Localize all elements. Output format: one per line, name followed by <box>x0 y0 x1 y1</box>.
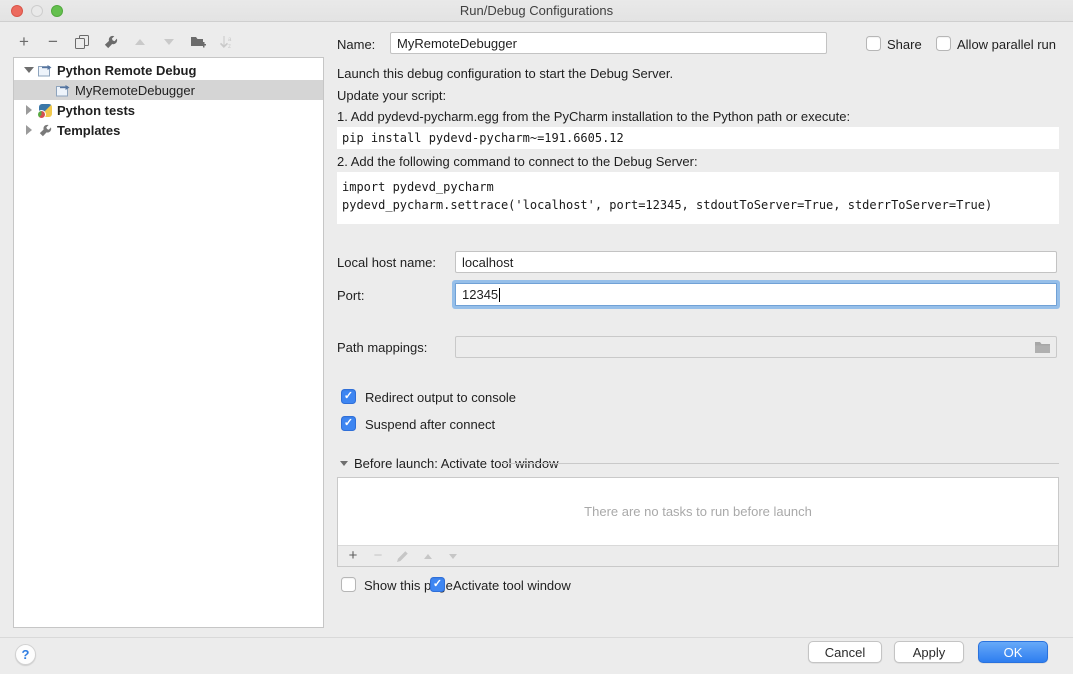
move-task-down-icon[interactable] <box>446 549 460 563</box>
allow-parallel-run-label[interactable]: Allow parallel run <box>957 37 1056 52</box>
chevron-down-icon <box>340 461 348 466</box>
path-mappings-input[interactable] <box>455 336 1057 358</box>
port-value: 12345 <box>462 287 498 302</box>
redirect-output-checkbox[interactable] <box>341 389 356 404</box>
chevron-right-icon[interactable] <box>21 125 37 135</box>
redirect-output-label[interactable]: Redirect output to console <box>365 390 516 405</box>
footer-divider <box>0 637 1073 638</box>
port-input[interactable]: 12345 <box>455 283 1057 306</box>
activate-tool-window-label[interactable]: Activate tool window <box>453 578 571 593</box>
run-debug-configurations-dialog: Run/Debug Configurations + − az Python R… <box>0 0 1073 674</box>
code-line-1: import pydevd_pycharm <box>342 178 1054 196</box>
new-folder-icon[interactable] <box>190 34 206 50</box>
path-mappings-label: Path mappings: <box>337 340 427 355</box>
wrench-icon <box>37 123 53 137</box>
edit-defaults-icon[interactable] <box>103 34 119 50</box>
before-launch-tasks-panel: There are no tasks to run before launch … <box>337 477 1059 567</box>
local-host-name-label: Local host name: <box>337 255 436 270</box>
remove-task-icon[interactable]: − <box>371 549 385 563</box>
step1-text: 1. Add pydevd-pycharm.egg from the PyCha… <box>337 109 850 124</box>
tree-item-label: Templates <box>57 123 120 138</box>
section-divider <box>502 463 1059 464</box>
activate-tool-window-checkbox[interactable] <box>430 577 445 592</box>
move-up-icon[interactable] <box>132 34 148 50</box>
tasks-toolbar: + − <box>338 545 1058 566</box>
name-input[interactable] <box>390 32 827 54</box>
help-button[interactable]: ? <box>15 644 36 665</box>
settrace-code-block: import pydevd_pycharm pydevd_pycharm.set… <box>337 172 1059 224</box>
suspend-after-connect-checkbox[interactable] <box>341 416 356 431</box>
tree-item-python-tests[interactable]: Python tests <box>14 100 323 120</box>
show-this-page-checkbox[interactable] <box>341 577 356 592</box>
add-task-icon[interactable]: + <box>346 549 360 563</box>
tree-item-templates[interactable]: Templates <box>14 120 323 140</box>
step2-text: 2. Add the following command to connect … <box>337 154 698 169</box>
tree-item-label: Python Remote Debug <box>57 63 196 78</box>
browse-folder-icon[interactable] <box>1034 340 1051 354</box>
name-label: Name: <box>337 37 375 52</box>
share-checkbox[interactable] <box>866 36 881 51</box>
chevron-down-icon[interactable] <box>21 67 37 73</box>
port-label: Port: <box>337 288 364 303</box>
configurations-toolbar: + − az <box>16 31 235 53</box>
move-task-up-icon[interactable] <box>421 549 435 563</box>
sort-icon[interactable]: az <box>219 34 235 50</box>
update-script-text: Update your script: <box>337 88 446 103</box>
pip-command-code: pip install pydevd-pycharm~=191.6605.12 <box>337 127 1059 149</box>
window-title: Run/Debug Configurations <box>0 0 1073 22</box>
text-caret <box>499 288 500 302</box>
move-down-icon[interactable] <box>161 34 177 50</box>
apply-button[interactable]: Apply <box>894 641 964 663</box>
cancel-button[interactable]: Cancel <box>808 641 882 663</box>
tree-item-python-remote-debug[interactable]: Python Remote Debug <box>14 60 323 80</box>
allow-parallel-run-checkbox[interactable] <box>936 36 951 51</box>
tree-item-label: Python tests <box>57 103 135 118</box>
svg-text:z: z <box>228 44 231 49</box>
ok-button[interactable]: OK <box>978 641 1048 663</box>
titlebar: Run/Debug Configurations <box>0 0 1073 22</box>
edit-task-icon[interactable] <box>396 549 410 563</box>
local-host-name-input[interactable] <box>455 251 1057 273</box>
remote-debug-config-icon <box>55 83 71 97</box>
tasks-empty-text: There are no tasks to run before launch <box>338 478 1058 545</box>
svg-text:a: a <box>228 37 232 43</box>
suspend-after-connect-label[interactable]: Suspend after connect <box>365 417 495 432</box>
add-icon[interactable]: + <box>16 34 32 50</box>
remove-icon[interactable]: − <box>45 34 61 50</box>
chevron-right-icon[interactable] <box>21 105 37 115</box>
configurations-tree: Python Remote Debug MyRemoteDebugger Pyt… <box>13 57 324 628</box>
python-tests-icon <box>37 103 53 117</box>
share-label[interactable]: Share <box>887 37 922 52</box>
tree-item-label: MyRemoteDebugger <box>75 83 195 98</box>
copy-icon[interactable] <box>74 34 90 50</box>
code-line-2: pydevd_pycharm.settrace('localhost', por… <box>342 196 1054 214</box>
intro-text: Launch this debug configuration to start… <box>337 66 673 81</box>
tree-item-myremotedebugger[interactable]: MyRemoteDebugger <box>14 80 323 100</box>
remote-debug-config-icon <box>37 63 53 77</box>
